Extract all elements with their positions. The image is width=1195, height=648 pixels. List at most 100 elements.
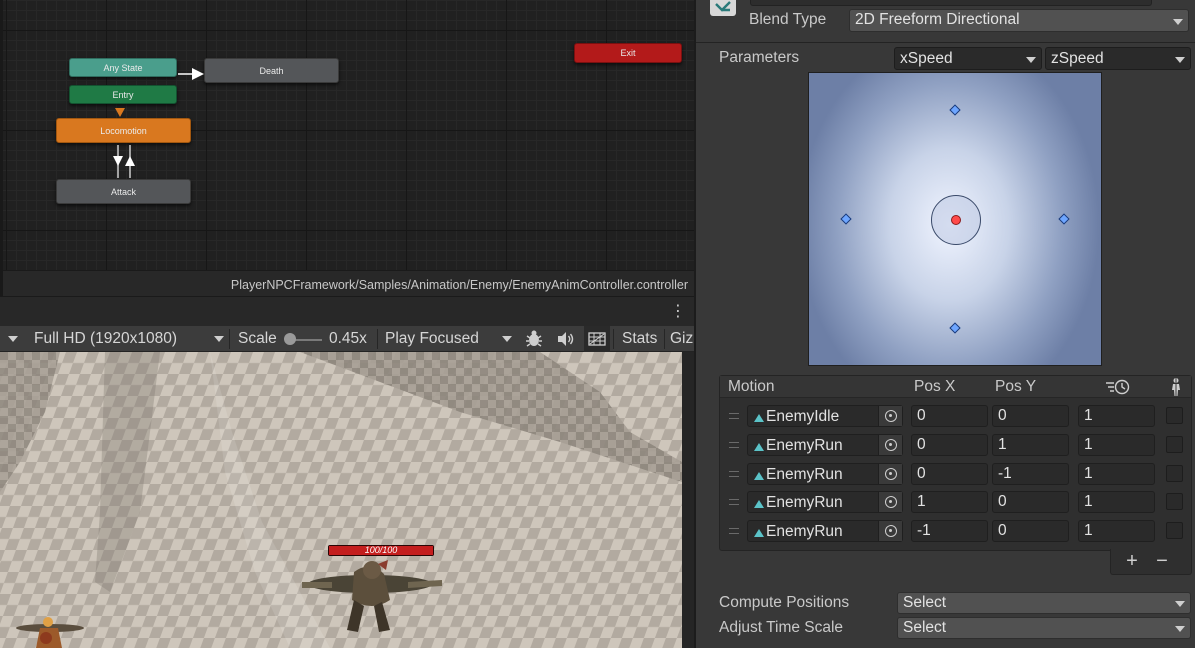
mirror-checkbox[interactable] [1166,493,1183,510]
death-node[interactable]: Death [204,58,339,83]
mirror-figure-icon [1168,377,1184,402]
pos-x-field[interactable]: 0 [911,434,988,456]
drag-handle-icon[interactable] [729,471,739,477]
pos-y-field[interactable]: 0 [992,491,1069,513]
inspector-top-field[interactable] [750,0,1152,6]
pos-x-field[interactable]: 1 [911,491,988,513]
animator-graph[interactable]: Any State Entry Locomotion Attack Death … [0,0,694,296]
animation-clip-icon [754,414,764,422]
asset-path-bar: PlayerNPCFramework/Samples/Animation/Ene… [3,270,694,296]
drag-handle-icon[interactable] [729,442,739,448]
remove-motion-button[interactable]: − [1151,549,1173,573]
mirror-checkbox[interactable] [1166,465,1183,482]
attack-node[interactable]: Attack [56,179,191,204]
chevron-down-icon [1175,601,1185,607]
motion-row: EnemyIdle 0 0 1 [720,403,1191,432]
pos-y-field[interactable]: 1 [992,434,1069,456]
any-state-node[interactable]: Any State [69,58,177,77]
blend-point-left[interactable] [840,213,852,225]
pos-y-field[interactable]: -1 [992,463,1069,485]
exit-label: Exit [620,48,636,58]
toolbar-separator [229,329,230,349]
chevron-down-icon [502,336,512,342]
entry-node[interactable]: Entry [69,85,177,104]
pos-x-field[interactable]: 0 [911,463,988,485]
speed-field[interactable]: 1 [1078,491,1155,513]
mirror-checkbox[interactable] [1166,436,1183,453]
options-icon[interactable]: ⋮ [670,303,686,321]
pick-target-icon [885,496,897,508]
blend-point-bottom[interactable] [949,322,961,334]
speed-field[interactable]: 1 [1078,405,1155,427]
locomotion-node[interactable]: Locomotion [56,118,191,143]
add-motion-button[interactable]: + [1121,549,1143,573]
motion-row: EnemyRun 0 -1 1 [720,461,1191,490]
enemy-character[interactable] [292,552,452,642]
list-add-remove: + − [1110,549,1192,575]
speed-clock-icon [1104,378,1132,401]
blend-type-dropdown[interactable]: 2D Freeform Directional [849,9,1189,32]
scale-value: 0.45x [329,330,367,347]
motion-row: EnemyRun 1 0 1 [720,489,1191,518]
object-picker-button[interactable] [878,435,902,455]
param-x-dropdown[interactable]: xSpeed [894,47,1042,70]
audio-icon[interactable] [556,326,576,352]
toolbar-separator [613,329,614,349]
exit-node[interactable]: Exit [574,43,682,63]
pos-y-header: Pos Y [995,378,1037,395]
drag-handle-icon[interactable] [729,499,739,505]
object-picker-button[interactable] [878,492,902,512]
transition-locomotion-attack-arrowhead [113,156,123,166]
blend-point-top[interactable] [949,104,961,116]
motion-clip-field[interactable]: EnemyRun [747,520,903,542]
object-picker-button[interactable] [878,521,902,541]
controller-path: PlayerNPCFramework/Samples/Animation/Ene… [230,278,688,292]
game-viewport[interactable]: 100/100 [0,352,682,648]
adjust-time-scale-dropdown[interactable]: Select [897,617,1191,639]
chevron-down-icon [1175,626,1185,632]
speed-field[interactable]: 1 [1078,463,1155,485]
scale-slider[interactable] [284,326,322,352]
drag-handle-icon[interactable] [729,528,739,534]
play-mode-dropdown[interactable]: Play Focused [385,326,517,352]
resolution-dropdown[interactable]: Full HD (1920x1080) [34,326,224,352]
pos-x-field[interactable]: 0 [911,405,988,427]
param-y-dropdown[interactable]: zSpeed [1045,47,1191,70]
blend-point-right[interactable] [1058,213,1070,225]
compute-positions-dropdown[interactable]: Select [897,592,1191,614]
mirror-checkbox[interactable] [1166,522,1183,539]
motion-row: EnemyRun -1 0 1 [720,518,1191,547]
grid-icon[interactable] [584,326,610,352]
drag-handle-icon[interactable] [729,413,739,419]
param-y-value: zSpeed [1051,50,1104,67]
motion-clip-field[interactable]: EnemyRun [747,491,903,513]
motion-clip-field[interactable]: EnemyRun [747,463,903,485]
motion-clip-name: EnemyRun [766,466,843,483]
chevron-down-icon [1026,56,1036,63]
compute-positions-label: Compute Positions [719,594,850,611]
speed-field[interactable]: 1 [1078,434,1155,456]
bug-icon[interactable] [524,326,544,352]
display-dropdown-icon[interactable] [8,336,18,342]
animation-clip-icon [754,443,764,451]
toolbar-separator [664,329,665,349]
gizmos-button[interactable]: Giz [670,326,694,352]
blend-cursor[interactable] [951,215,961,225]
chevron-down-icon [1175,56,1185,63]
pos-y-field[interactable]: 0 [992,520,1069,542]
motion-clip-name: EnemyRun [766,437,843,454]
scale-slider-thumb[interactable] [284,333,296,345]
object-picker-button[interactable] [878,464,902,484]
death-label: Death [259,65,284,76]
motion-clip-field[interactable]: EnemyIdle [747,405,903,427]
player-character[interactable] [10,614,90,648]
pos-y-field[interactable]: 0 [992,405,1069,427]
object-picker-button[interactable] [878,406,902,426]
motion-clip-field[interactable]: EnemyRun [747,434,903,456]
pos-x-field[interactable]: -1 [911,520,988,542]
speed-field[interactable]: 1 [1078,520,1155,542]
stats-button[interactable]: Stats [622,326,657,352]
pick-target-icon [885,468,897,480]
blend-space-preview[interactable] [808,72,1102,366]
mirror-checkbox[interactable] [1166,407,1183,424]
